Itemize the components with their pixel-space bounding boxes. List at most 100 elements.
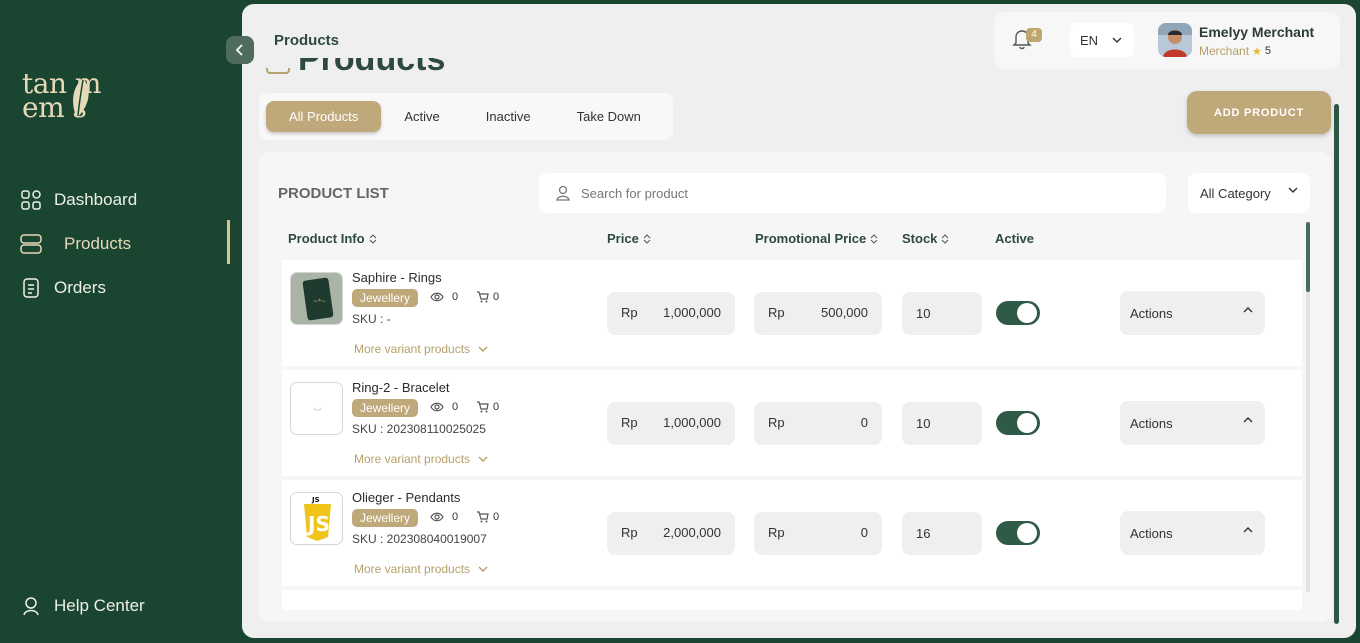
- column-label: Promotional Price: [755, 231, 867, 246]
- language-value: EN: [1080, 32, 1099, 48]
- status-tabs: All Products Active Inactive Take Down: [259, 93, 673, 140]
- more-variants-label: More variant products: [354, 342, 471, 356]
- price-field[interactable]: Rp 1,000,000: [607, 402, 735, 445]
- collapse-sidebar-button[interactable]: [226, 36, 254, 64]
- cart-icon: [477, 291, 489, 303]
- column-header-promotional-price[interactable]: Promotional Price: [755, 231, 878, 246]
- table-row: Ring-2 - Bracelet Jewellery 0 0 SKU : 20…: [282, 370, 1302, 476]
- product-sku: SKU : 202308110025025: [352, 422, 486, 436]
- column-header-price[interactable]: Price: [607, 231, 651, 246]
- view-count-value: 0: [452, 291, 459, 303]
- price-field[interactable]: Rp 2,000,000: [607, 512, 735, 555]
- user-name: Emelyy Merchant: [1199, 24, 1315, 40]
- tab-all-products[interactable]: All Products: [266, 101, 382, 132]
- orders-icon: [20, 277, 42, 299]
- active-toggle[interactable]: [996, 521, 1040, 545]
- price-value: 2,000,000: [663, 525, 721, 540]
- help-center-link[interactable]: Help Center: [20, 591, 220, 621]
- star-icon: ★: [1252, 45, 1262, 58]
- more-variants-toggle[interactable]: More variant products: [354, 342, 488, 356]
- sidebar-item-dashboard[interactable]: Dashboard: [20, 185, 220, 215]
- promo-price-value: 0: [860, 525, 868, 540]
- stock-value: 16: [916, 526, 931, 541]
- category-tag: Jewellery: [352, 289, 419, 307]
- chevron-left-icon: [235, 44, 243, 56]
- currency-label: Rp: [768, 525, 785, 540]
- sort-icon: [643, 233, 651, 244]
- actions-label: Actions: [1130, 415, 1173, 431]
- svg-text:~*~: ~*~: [313, 298, 326, 305]
- main-panel: Products Products 4 EN Emelyy Merchant M…: [242, 4, 1356, 638]
- language-select[interactable]: EN: [1070, 23, 1134, 57]
- sidebar-item-orders[interactable]: Orders: [20, 273, 220, 303]
- tab-inactive[interactable]: Inactive: [463, 101, 554, 132]
- category-select[interactable]: All Category: [1188, 173, 1310, 213]
- actions-dropdown[interactable]: Actions: [1120, 291, 1265, 335]
- promo-price-field[interactable]: Rp 0: [754, 512, 882, 555]
- cart-icon: [477, 511, 489, 523]
- svg-text:JS: JS: [306, 512, 330, 536]
- search-input[interactable]: Search for product: [539, 173, 1166, 213]
- cart-count-value: 0: [493, 291, 500, 303]
- chevron-down-icon: [1288, 187, 1298, 193]
- column-label: Product Info: [288, 231, 365, 246]
- sidebar-item-label: Products: [64, 234, 132, 253]
- column-label: Stock: [902, 231, 938, 246]
- product-thumbnail: JS JS: [290, 492, 343, 545]
- sidebar-item-products[interactable]: Products: [20, 229, 220, 259]
- column-header-stock[interactable]: Stock: [902, 231, 949, 246]
- help-icon: [20, 595, 42, 617]
- add-product-button[interactable]: ADD PRODUCT: [1187, 91, 1331, 134]
- products-icon: [20, 233, 42, 255]
- currency-label: Rp: [768, 415, 785, 430]
- active-toggle[interactable]: [996, 301, 1040, 325]
- user-role-label: Merchant: [1199, 44, 1250, 58]
- product-thumbnail: ~*~: [290, 272, 343, 325]
- column-header-product-info[interactable]: Product Info: [288, 231, 377, 246]
- product-name[interactable]: Olieger - Pendants: [352, 490, 460, 505]
- actions-label: Actions: [1130, 305, 1173, 321]
- stock-value: 10: [916, 306, 931, 321]
- list-scrollbar-thumb[interactable]: [1306, 222, 1310, 292]
- price-value: 1,000,000: [663, 305, 721, 320]
- tab-active[interactable]: Active: [381, 101, 462, 132]
- stock-field[interactable]: 10: [902, 402, 982, 445]
- cart-count: 0: [476, 511, 499, 523]
- view-count-value: 0: [452, 511, 459, 523]
- user-search-icon: [556, 185, 570, 201]
- category-value: All Category: [1200, 185, 1271, 201]
- page-scrollbar[interactable]: [1334, 104, 1339, 624]
- promo-price-field[interactable]: Rp 500,000: [754, 292, 882, 335]
- stock-value: 10: [916, 416, 931, 431]
- product-name[interactable]: Ring-2 - Bracelet: [352, 380, 450, 395]
- promo-price-value: 0: [860, 415, 868, 430]
- stock-field[interactable]: 10: [902, 292, 982, 335]
- product-sku: SKU : -: [352, 312, 391, 326]
- actions-dropdown[interactable]: Actions: [1120, 511, 1265, 555]
- brand-logo: tan m em s: [22, 70, 132, 122]
- column-header-active: Active: [995, 231, 1034, 246]
- price-field[interactable]: Rp 1,000,000: [607, 292, 735, 335]
- cart-count: 0: [476, 291, 499, 303]
- avatar[interactable]: [1158, 23, 1192, 57]
- search-placeholder: Search for product: [581, 185, 688, 201]
- currency-label: Rp: [621, 525, 638, 540]
- actions-dropdown[interactable]: Actions: [1120, 401, 1265, 445]
- cart-count: 0: [476, 401, 499, 413]
- eye-icon: [430, 292, 444, 302]
- column-label: Active: [995, 231, 1035, 246]
- currency-label: Rp: [768, 305, 785, 320]
- promo-price-field[interactable]: Rp 0: [754, 402, 882, 445]
- table-row: ~*~ Saphire - Rings Jewellery 0 0 SKU : …: [282, 260, 1302, 366]
- tab-take-down[interactable]: Take Down: [554, 101, 664, 132]
- sort-icon: [870, 233, 878, 244]
- view-count-value: 0: [452, 401, 459, 413]
- more-variants-toggle[interactable]: More variant products: [354, 562, 488, 576]
- notification-badge: 4: [1026, 28, 1042, 42]
- page-heading-icon: [266, 68, 290, 74]
- active-toggle[interactable]: [996, 411, 1040, 435]
- stock-field[interactable]: 16: [902, 512, 982, 555]
- more-variants-toggle[interactable]: More variant products: [354, 452, 488, 466]
- user-role: Merchant ★ 5: [1199, 44, 1271, 58]
- product-name[interactable]: Saphire - Rings: [352, 270, 442, 285]
